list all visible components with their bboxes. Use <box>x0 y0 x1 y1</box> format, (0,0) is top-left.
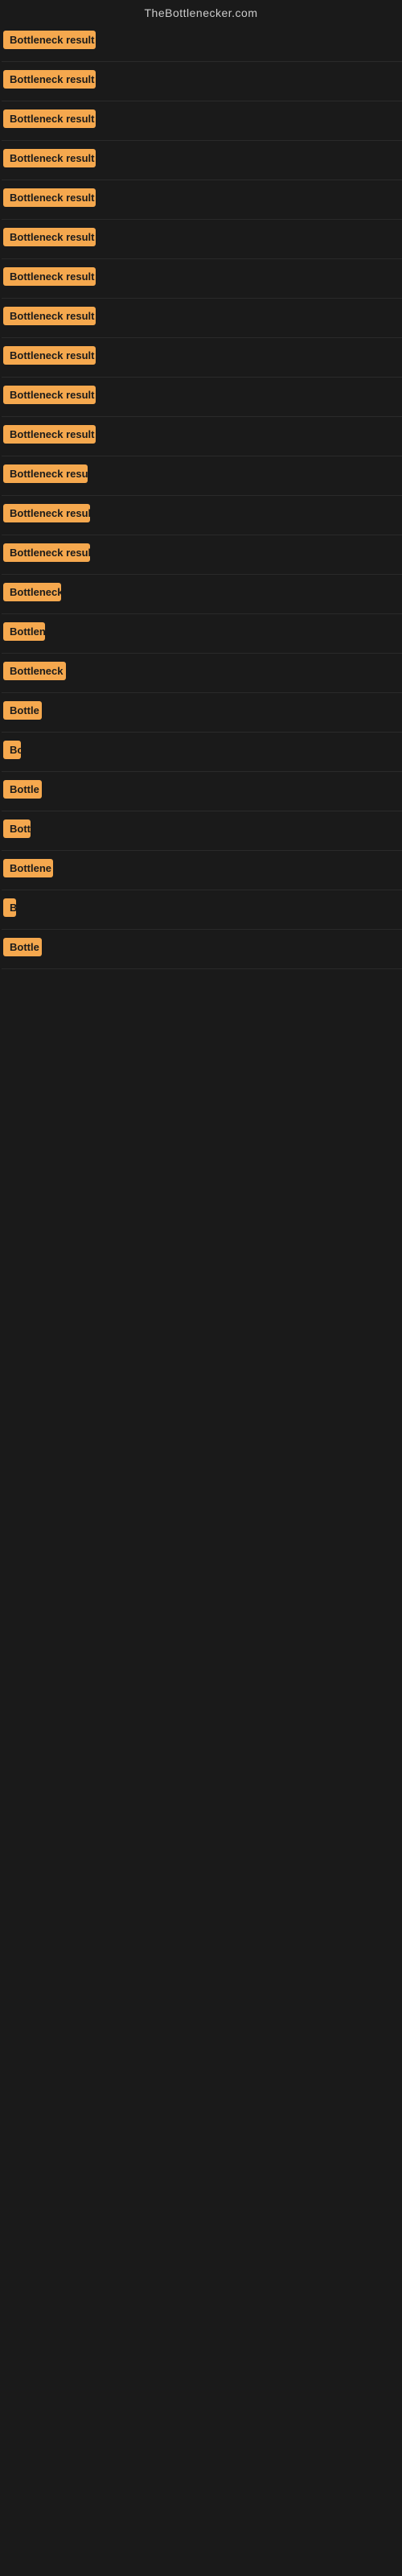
result-item-13[interactable]: Bottleneck resul <box>2 496 402 535</box>
bottleneck-badge-9[interactable]: Bottleneck result <box>3 346 96 365</box>
bottleneck-badge-14[interactable]: Bottleneck resul <box>3 543 90 562</box>
bottleneck-badge-23[interactable]: B <box>3 898 16 917</box>
result-item-22[interactable]: Bottlene <box>2 851 402 890</box>
bottleneck-badge-15[interactable]: Bottleneck r <box>3 583 61 601</box>
bottleneck-badge-7[interactable]: Bottleneck result <box>3 267 96 286</box>
bottleneck-badge-20[interactable]: Bottle <box>3 780 42 799</box>
result-item-8[interactable]: Bottleneck result <box>2 299 402 338</box>
bottleneck-badge-21[interactable]: Bott <box>3 819 31 838</box>
result-item-17[interactable]: Bottleneck <box>2 654 402 693</box>
result-item-6[interactable]: Bottleneck result <box>2 220 402 259</box>
result-item-15[interactable]: Bottleneck r <box>2 575 402 614</box>
bottleneck-badge-3[interactable]: Bottleneck result <box>3 109 96 128</box>
result-item-7[interactable]: Bottleneck result <box>2 259 402 299</box>
bottleneck-badge-10[interactable]: Bottleneck result <box>3 386 96 404</box>
bottleneck-badge-8[interactable]: Bottleneck result <box>3 307 96 325</box>
result-item-3[interactable]: Bottleneck result <box>2 101 402 141</box>
result-item-16[interactable]: Bottlen <box>2 614 402 654</box>
bottleneck-badge-19[interactable]: Bo <box>3 741 21 759</box>
bottleneck-badge-5[interactable]: Bottleneck result <box>3 188 96 207</box>
result-item-4[interactable]: Bottleneck result <box>2 141 402 180</box>
bottleneck-badge-16[interactable]: Bottlen <box>3 622 45 641</box>
result-item-1[interactable]: Bottleneck result <box>2 23 402 62</box>
bottleneck-badge-1[interactable]: Bottleneck result <box>3 31 96 49</box>
bottleneck-badge-17[interactable]: Bottleneck <box>3 662 66 680</box>
result-item-9[interactable]: Bottleneck result <box>2 338 402 378</box>
bottleneck-badge-6[interactable]: Bottleneck result <box>3 228 96 246</box>
bottleneck-badge-4[interactable]: Bottleneck result <box>3 149 96 167</box>
result-item-12[interactable]: Bottleneck resu <box>2 456 402 496</box>
result-item-10[interactable]: Bottleneck result <box>2 378 402 417</box>
result-item-5[interactable]: Bottleneck result <box>2 180 402 220</box>
site-title: TheBottlenecker.com <box>0 0 402 23</box>
result-item-23[interactable]: B <box>2 890 402 930</box>
result-item-24[interactable]: Bottle <box>2 930 402 969</box>
bottleneck-badge-11[interactable]: Bottleneck result <box>3 425 96 444</box>
bottleneck-badge-2[interactable]: Bottleneck result <box>3 70 96 89</box>
result-item-18[interactable]: Bottle <box>2 693 402 733</box>
result-item-11[interactable]: Bottleneck result <box>2 417 402 456</box>
result-item-21[interactable]: Bott <box>2 811 402 851</box>
bottleneck-badge-12[interactable]: Bottleneck resu <box>3 464 88 483</box>
result-item-20[interactable]: Bottle <box>2 772 402 811</box>
bottleneck-badge-22[interactable]: Bottlene <box>3 859 53 877</box>
bottleneck-badge-24[interactable]: Bottle <box>3 938 42 956</box>
bottleneck-badge-18[interactable]: Bottle <box>3 701 42 720</box>
result-item-14[interactable]: Bottleneck resul <box>2 535 402 575</box>
result-item-2[interactable]: Bottleneck result <box>2 62 402 101</box>
results-container: Bottleneck result Bottleneck result Bottle… <box>0 23 402 969</box>
result-item-19[interactable]: Bo <box>2 733 402 772</box>
bottleneck-badge-13[interactable]: Bottleneck resul <box>3 504 90 522</box>
